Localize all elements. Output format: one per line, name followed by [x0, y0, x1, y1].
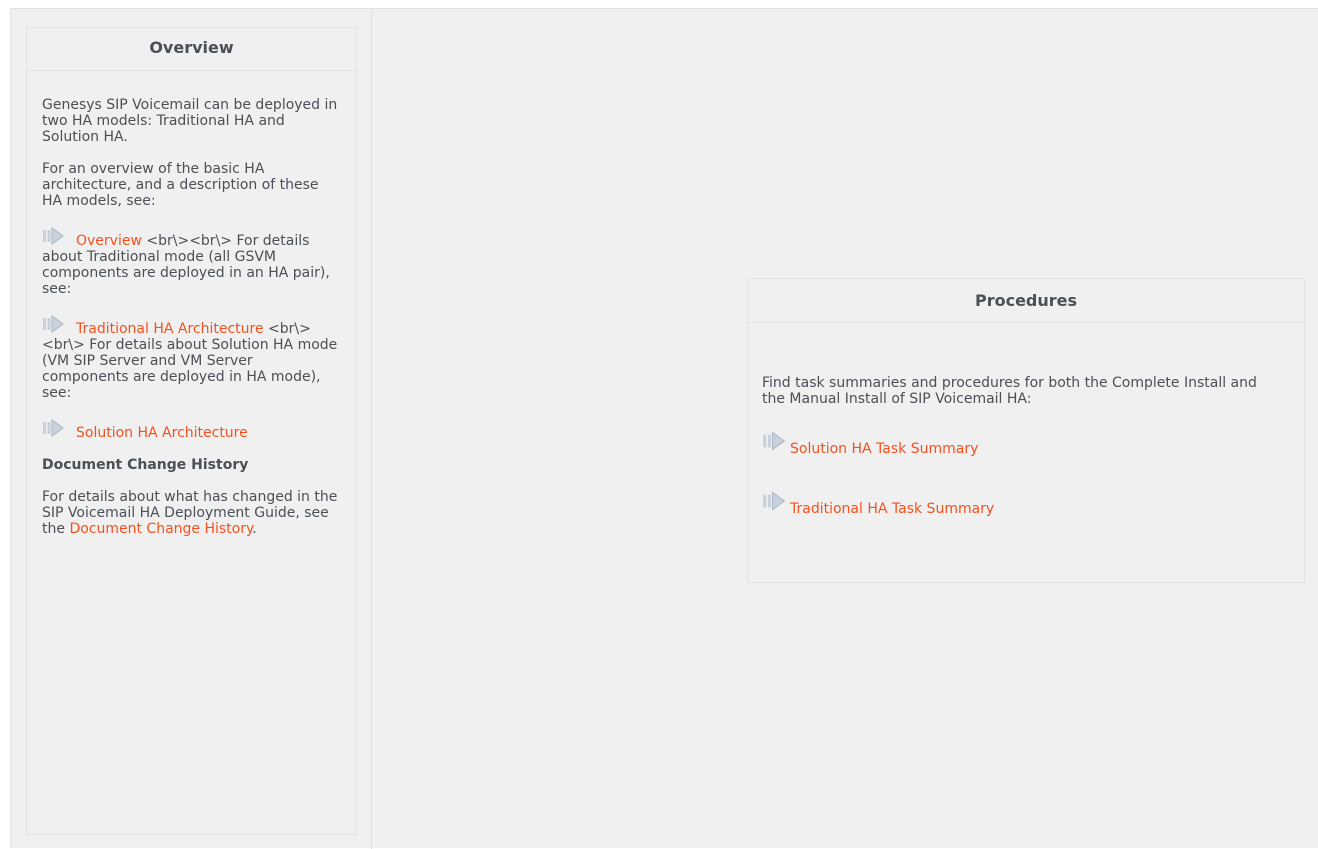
- arrow-right-icon: [43, 419, 64, 437]
- overview-panel: Overview Genesys SIP Voicemail can be de…: [26, 27, 357, 835]
- solution-summary-paragraph: Solution HA Task Summary: [762, 429, 1284, 473]
- solution-ha-task-summary-link[interactable]: Solution HA Task Summary: [790, 441, 978, 457]
- traditional-ha-architecture-link[interactable]: Traditional HA Architecture: [76, 321, 264, 337]
- overview-link[interactable]: Overview: [76, 233, 142, 249]
- overview-link-paragraph: Overview <br\><br\> For details about Tr…: [42, 225, 338, 297]
- overview-body: Genesys SIP Voicemail can be deployed in…: [27, 71, 356, 537]
- arrow-right-icon: [43, 315, 64, 333]
- overview-intro: Genesys SIP Voicemail can be deployed in…: [42, 97, 338, 145]
- arrow-right-icon: [43, 227, 64, 245]
- overview-arch-intro: For an overview of the basic HA architec…: [42, 161, 319, 209]
- history-paragraph: For details about what has changed in th…: [42, 489, 338, 537]
- procedures-intro: Find task summaries and procedures for b…: [762, 375, 1257, 407]
- column-divider: [371, 9, 372, 849]
- page: Overview Genesys SIP Voicemail can be de…: [10, 8, 1318, 849]
- document-change-history-link[interactable]: Document Change History: [69, 521, 252, 537]
- solution-ha-architecture-link[interactable]: Solution HA Architecture: [76, 425, 248, 441]
- overview-title: Overview: [27, 28, 356, 71]
- procedures-panel: Procedures Find task summaries and proce…: [747, 278, 1305, 583]
- history-end: .: [252, 521, 257, 537]
- traditional-link-paragraph: Traditional HA Architecture <br\><br\> F…: [42, 313, 338, 401]
- document-change-history-heading: Document Change History: [42, 457, 249, 473]
- procedures-body: Find task summaries and procedures for b…: [748, 323, 1304, 533]
- solution-link-paragraph: Solution HA Architecture: [42, 417, 338, 441]
- traditional-ha-task-summary-link[interactable]: Traditional HA Task Summary: [790, 501, 994, 517]
- procedures-title: Procedures: [748, 279, 1304, 323]
- traditional-summary-paragraph: Traditional HA Task Summary: [762, 489, 1284, 533]
